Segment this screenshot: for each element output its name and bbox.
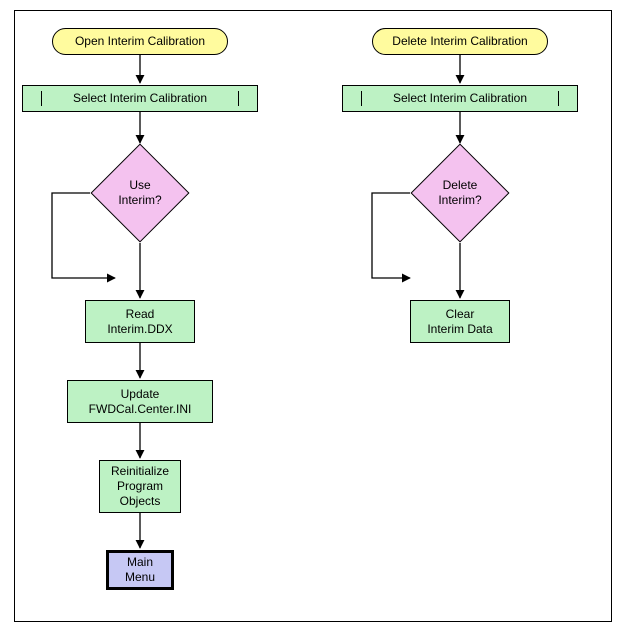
process-reinit-objects: ReinitializeProgramObjects [99, 460, 181, 513]
start-open-interim-label: Open Interim Calibration [75, 34, 205, 49]
select-interim-left-label: Select Interim Calibration [41, 91, 239, 106]
process-reinit-objects-label: ReinitializeProgramObjects [111, 464, 169, 509]
select-interim-right-label: Select Interim Calibration [361, 91, 559, 106]
process-update-ini-label: UpdateFWDCal.Center.INI [89, 387, 192, 417]
select-interim-left: Select Interim Calibration [22, 85, 258, 112]
decision-use-interim-shape [91, 144, 190, 243]
decision-delete-interim: DeleteInterim? [410, 143, 510, 243]
start-open-interim: Open Interim Calibration [52, 28, 228, 55]
start-delete-interim-label: Delete Interim Calibration [392, 34, 527, 49]
start-delete-interim: Delete Interim Calibration [372, 28, 548, 55]
flowchart-canvas: Open Interim Calibration Select Interim … [0, 0, 624, 632]
terminal-main-menu-label: MainMenu [125, 555, 155, 585]
select-interim-right: Select Interim Calibration [342, 85, 578, 112]
process-read-ddx-label: ReadInterim.DDX [107, 307, 172, 337]
process-clear-interim-label: ClearInterim Data [427, 307, 492, 337]
terminal-main-menu: MainMenu [106, 550, 174, 590]
process-read-ddx: ReadInterim.DDX [85, 300, 195, 343]
decision-delete-interim-shape [411, 144, 510, 243]
decision-use-interim: UseInterim? [90, 143, 190, 243]
process-update-ini: UpdateFWDCal.Center.INI [67, 380, 213, 423]
process-clear-interim: ClearInterim Data [410, 300, 510, 343]
